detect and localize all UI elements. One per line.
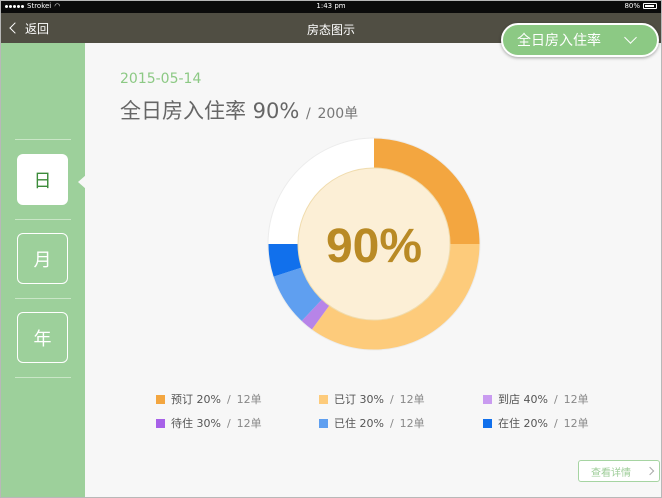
battery-icon [643, 3, 657, 9]
legend-swatch [319, 394, 328, 404]
rate-type-dropdown[interactable]: 全日房入住率 [501, 23, 659, 57]
view-details-label: 查看详情 [591, 467, 631, 479]
report-date: 2015-05-14 [120, 71, 202, 87]
legend-label: 已订 30% [334, 393, 384, 406]
period-day-button[interactable]: 日 [17, 154, 68, 205]
legend-item: 在住 20% / 12单 [483, 416, 589, 430]
app-frame: Strokei ◠ 1:43 pm 80% 返回 房态图示 全日房入住率 日 月… [0, 0, 662, 498]
occupancy-headline: 全日房入住率 90% / 200单 [120, 95, 358, 125]
legend-count: 12单 [399, 417, 425, 430]
donut-center-label: 90% [326, 220, 422, 273]
status-right: 80% [624, 2, 657, 10]
active-pointer [78, 175, 86, 189]
legend-item: 到店 40% / 12单 [483, 392, 589, 406]
order-total: 200单 [317, 106, 359, 122]
legend-label: 预订 20% [171, 393, 221, 406]
legend-swatch [483, 418, 492, 428]
period-month-button[interactable]: 月 [17, 233, 68, 284]
period-year-button[interactable]: 年 [17, 312, 68, 363]
occupancy-donut-chart: 90% [267, 137, 481, 351]
headline-separator: / [306, 106, 311, 122]
legend-separator: / [226, 392, 231, 406]
chevron-right-icon [645, 466, 655, 476]
sidebar-divider [15, 139, 71, 140]
legend-separator: / [553, 392, 558, 406]
legend-count: 12单 [399, 393, 425, 406]
legend-count: 12单 [236, 393, 262, 406]
legend-label: 在住 20% [498, 417, 548, 430]
legend-swatch [156, 418, 165, 428]
battery-percent: 80% [624, 2, 640, 10]
legend-separator: / [389, 392, 394, 406]
legend-swatch [319, 418, 328, 428]
view-details-button[interactable]: 查看详情 [578, 460, 660, 482]
legend-count: 12单 [236, 417, 262, 430]
legend-count: 12单 [563, 417, 589, 430]
occupancy-title: 全日房入住率 90% [120, 99, 300, 123]
legend-separator: / [226, 416, 231, 430]
status-time: 1:43 pm [316, 2, 346, 10]
legend-count: 12单 [563, 393, 589, 406]
legend-item: 预订 20% / 12单 [156, 392, 262, 406]
legend-item: 已住 20% / 12单 [319, 416, 425, 430]
legend-separator: / [553, 416, 558, 430]
legend-label: 到店 40% [498, 393, 548, 406]
status-bar: Strokei ◠ 1:43 pm 80% [1, 1, 661, 13]
rate-type-label: 全日房入住率 [517, 33, 601, 49]
legend-label: 待住 30% [171, 417, 221, 430]
legend-swatch [156, 394, 165, 404]
legend-label: 已住 20% [334, 417, 384, 430]
legend-swatch [483, 394, 492, 404]
sidebar-divider [15, 219, 71, 220]
legend-item: 待住 30% / 12单 [156, 416, 262, 430]
chevron-down-icon [624, 31, 637, 44]
sidebar-divider [15, 377, 71, 378]
period-sidebar: 日 月 年 [1, 43, 85, 497]
sidebar-divider [15, 298, 71, 299]
legend-separator: / [389, 416, 394, 430]
legend-item: 已订 30% / 12单 [319, 392, 425, 406]
